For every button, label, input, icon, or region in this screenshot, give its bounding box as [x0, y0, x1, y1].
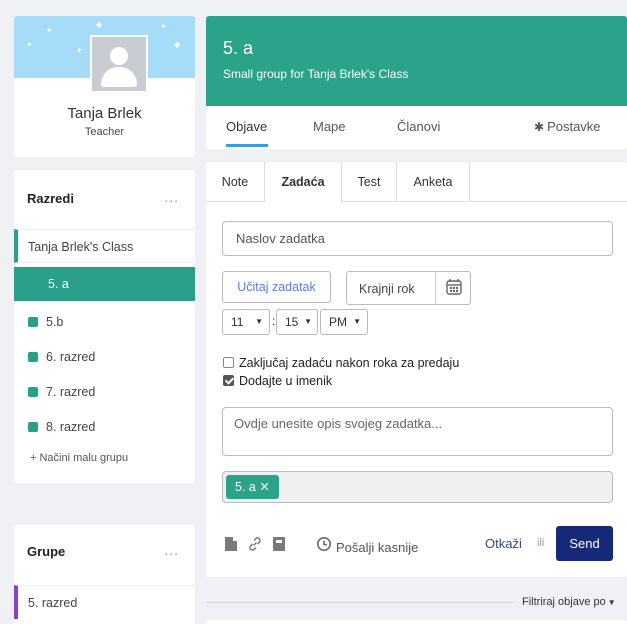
- hour-select[interactable]: 11 ▼: [222, 309, 270, 335]
- avatar[interactable]: [90, 35, 148, 93]
- deadline-label: Krajnji rok: [359, 282, 415, 296]
- sidebar-item-active-class[interactable]: 5. a: [14, 267, 195, 301]
- upload-assignment-button[interactable]: Učitaj zadatak: [222, 271, 331, 303]
- class-color-icon: [28, 317, 38, 327]
- group-header: 5. a Small group for Tanja Brlek's Class…: [206, 16, 627, 149]
- post-feed: [206, 620, 627, 624]
- remove-icon[interactable]: ✕: [259, 480, 269, 494]
- classes-panel: Razredi ... Tanja Brlek's Class 5. a 5.b…: [14, 170, 195, 483]
- groups-more-icon[interactable]: ...: [164, 542, 179, 558]
- cancel-button[interactable]: Otkaži: [485, 536, 522, 551]
- groups-panel: Grupe ... 5. razred: [14, 525, 195, 624]
- filter-posts-dropdown[interactable]: Filtriraj objave po ▼: [522, 596, 616, 608]
- tab-mape[interactable]: Mape: [313, 119, 346, 134]
- sidebar-item-class[interactable]: 8. razred: [14, 410, 195, 444]
- tab-zadaca[interactable]: Zadaća: [265, 162, 342, 203]
- divider: [206, 602, 513, 603]
- ampm-select[interactable]: PM ▼: [320, 309, 368, 335]
- tab-note[interactable]: Note: [206, 162, 265, 202]
- deadline-field[interactable]: Krajnji rok: [346, 271, 471, 305]
- settings-button[interactable]: ✱ Postavke: [534, 119, 601, 134]
- or-separator: ili: [537, 537, 545, 549]
- lock-after-deadline-checkbox[interactable]: Zaključaj zadaću nakon roka za predaju: [223, 356, 459, 370]
- caret-down-icon: ▼: [607, 598, 616, 607]
- profile-role: Teacher: [84, 126, 125, 138]
- tab-objave[interactable]: Objave: [226, 119, 267, 134]
- tab-anketa[interactable]: Anketa: [397, 162, 470, 202]
- clock-icon[interactable]: [316, 536, 332, 555]
- class-color-icon: [28, 352, 38, 362]
- recipient-chip[interactable]: 5. a ✕: [226, 475, 279, 499]
- add-to-gradebook-checkbox[interactable]: Dodajte u imenik: [223, 374, 332, 388]
- active-tab-indicator: [226, 144, 268, 147]
- classes-more-icon[interactable]: ...: [164, 189, 179, 205]
- checkbox-icon: [223, 357, 234, 368]
- sidebar-item-group[interactable]: 5. razred: [14, 585, 195, 619]
- checkbox-checked-icon: [223, 375, 234, 386]
- classes-heading: Razredi: [27, 191, 74, 206]
- class-color-icon: [28, 422, 38, 432]
- send-later-button[interactable]: Pošalji kasnije: [336, 540, 418, 555]
- groups-heading: Grupe: [27, 544, 66, 559]
- tab-clanovi[interactable]: Članovi: [397, 119, 440, 134]
- file-icon[interactable]: [223, 536, 239, 555]
- tab-test[interactable]: Test: [342, 162, 397, 202]
- add-group-link[interactable]: + Načini malu grupu: [30, 452, 128, 464]
- send-button[interactable]: Send: [556, 526, 613, 561]
- post-composer: Note Zadaća Test Anketa Naslov zadatka U…: [206, 162, 627, 577]
- minute-select[interactable]: 15 ▼: [276, 309, 318, 335]
- link-icon[interactable]: [247, 536, 263, 555]
- recipients-field[interactable]: 5. a ✕: [222, 471, 613, 503]
- sidebar-item-class[interactable]: 6. razred: [14, 340, 195, 374]
- sidebar-item-class[interactable]: 7. razred: [14, 375, 195, 409]
- page-subtitle: Small group for Tanja Brlek's Class: [223, 67, 409, 81]
- sidebar-item-main-class[interactable]: Tanja Brlek's Class: [14, 229, 195, 263]
- profile-card: ✦ ✦ ✦ ◆ ✦ ◆ ✦ Tanja Brlek Teacher: [14, 16, 195, 157]
- composer-tabs: Note Zadaća Test Anketa: [206, 162, 627, 203]
- calendar-icon[interactable]: [435, 272, 471, 304]
- dropdown-arrow-icon: ▼: [304, 317, 312, 326]
- dropdown-arrow-icon: ▼: [353, 317, 361, 326]
- profile-name[interactable]: Tanja Brlek: [14, 105, 195, 122]
- class-color-icon: [28, 387, 38, 397]
- gear-icon: ✱: [534, 120, 545, 134]
- assignment-title-input[interactable]: Naslov zadatka: [222, 221, 613, 256]
- sidebar-item-class[interactable]: 5.b: [14, 305, 195, 339]
- page-title: 5. a: [223, 38, 254, 58]
- time-separator: :: [272, 314, 276, 328]
- assignment-description-input[interactable]: Ovdje unesite opis svojeg zadatka...: [222, 407, 613, 456]
- library-icon[interactable]: [271, 536, 287, 555]
- dropdown-arrow-icon: ▼: [255, 317, 263, 326]
